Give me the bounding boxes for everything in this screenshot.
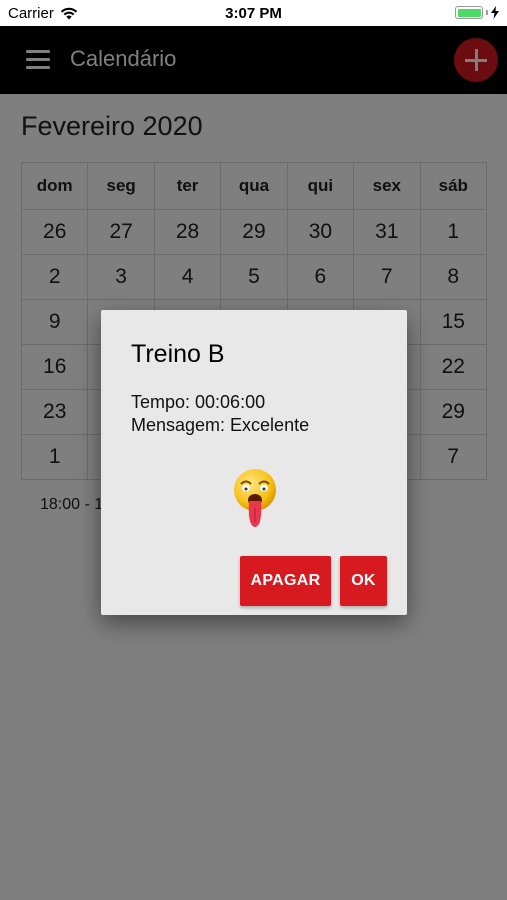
- dialog-message-text: Mensagem: Excelente: [131, 415, 310, 435]
- dialog-title: Treino B: [131, 340, 225, 368]
- workout-dialog: Treino B Tempo: 00:06:00 Mensagem: Excel…: [101, 310, 407, 615]
- ok-button[interactable]: OK: [340, 556, 387, 606]
- battery-indicator: [455, 6, 499, 19]
- delete-button[interactable]: APAGAR: [240, 556, 331, 606]
- dialog-time-text: Tempo: 00:06:00: [131, 392, 266, 412]
- exhausted-face-emoji-icon: [234, 469, 276, 527]
- status-time: 3:07 PM: [225, 5, 282, 22]
- charging-bolt-icon: [491, 6, 499, 19]
- battery-icon: [455, 6, 483, 19]
- status-bar: Carrier 3:07 PM: [0, 0, 507, 26]
